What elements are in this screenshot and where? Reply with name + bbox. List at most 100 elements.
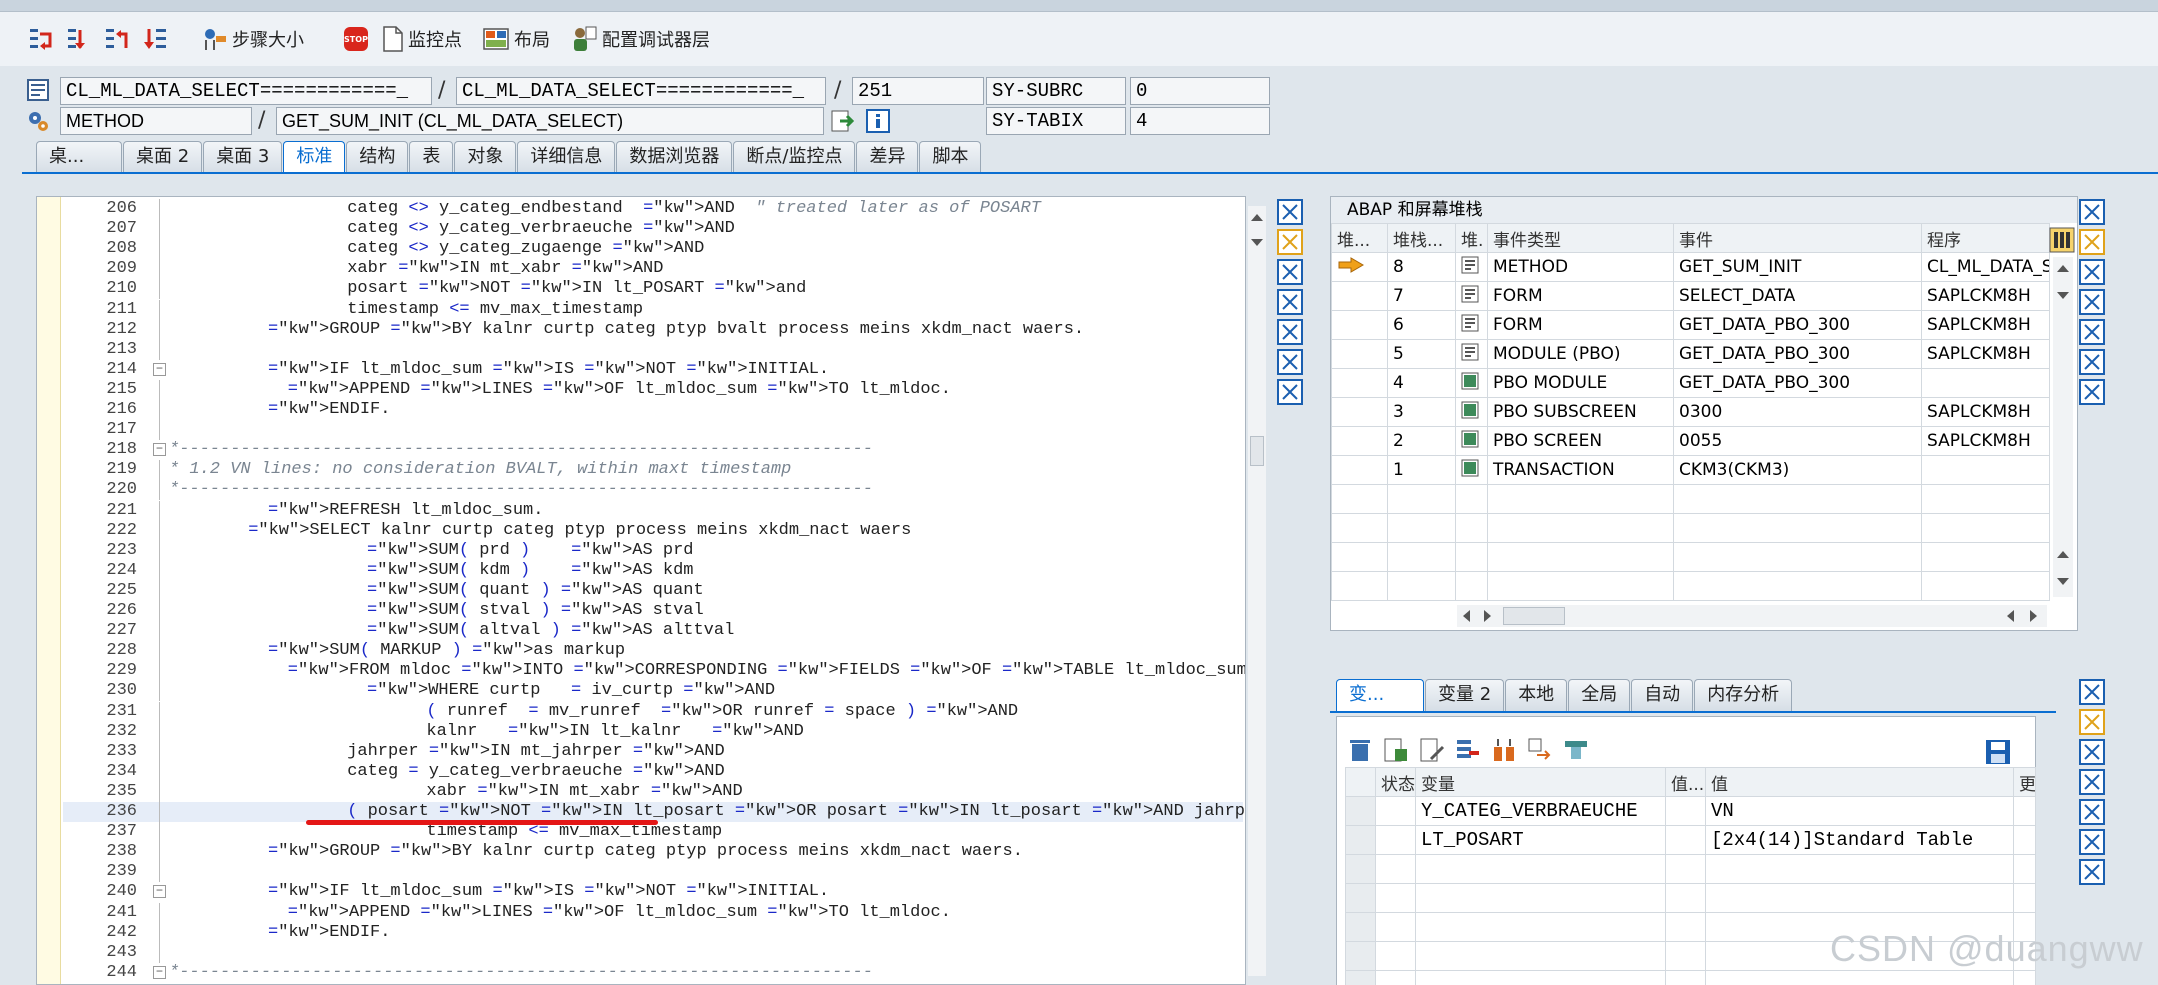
code-line[interactable]: 223 ="kw">SUM( prd ) ="kw">AS prd bbox=[63, 540, 1243, 561]
stack-row[interactable]: 3 PBO SUBSCREEN 0300 SAPLCKM8H bbox=[1331, 397, 2050, 427]
variable-name-cell[interactable] bbox=[1415, 970, 1666, 985]
value-cell[interactable] bbox=[1705, 970, 2014, 985]
services-var-tool-icon[interactable] bbox=[2078, 828, 2106, 856]
code-line[interactable]: 229 ="kw">FROM mldoc ="kw">INTO ="kw">COR… bbox=[63, 661, 1245, 682]
col-stack-icon[interactable]: 堆. bbox=[1455, 223, 1488, 253]
code-line[interactable]: 221 ="kw">REFRESH lt_mldoc_sum. bbox=[63, 500, 1243, 521]
code-line[interactable]: 230 ="kw">WHERE curtp = iv_curtp ="kw">AN… bbox=[63, 681, 1243, 702]
new-stack-tool-icon[interactable] bbox=[2078, 228, 2106, 256]
tab-variables-1[interactable]: 变... bbox=[1336, 679, 1424, 711]
code-line[interactable]: 213 bbox=[63, 339, 1243, 360]
replace-stack-tool-icon[interactable] bbox=[2078, 258, 2106, 286]
code-line[interactable]: 217 bbox=[63, 420, 1243, 441]
new-tool-icon[interactable] bbox=[1276, 228, 1304, 256]
stack-row[interactable] bbox=[1331, 513, 2050, 543]
maximize-stack-tool-icon[interactable] bbox=[2078, 288, 2106, 316]
stack-row[interactable]: 5 MODULE (PBO) GET_DATA_PBO_300 SAPLCKM8H bbox=[1331, 339, 2050, 369]
stack-scrollbar[interactable] bbox=[2053, 257, 2073, 597]
code-line[interactable]: 226 ="kw">SUM( stval ) ="kw">AS stval bbox=[63, 601, 1243, 621]
stack-row[interactable]: 2 PBO SCREEN 0055 SAPLCKM8H bbox=[1331, 426, 2050, 456]
stop-button[interactable]: STOP bbox=[340, 23, 372, 55]
code-line[interactable]: 219 * 1.2 VN lines: no consideration BVAL… bbox=[63, 460, 1243, 481]
fold-toggle-icon[interactable]: − bbox=[153, 362, 166, 376]
swap-tool-icon[interactable] bbox=[1276, 318, 1304, 346]
tab-objects[interactable]: 对象 bbox=[454, 141, 517, 173]
code-line[interactable]: 237 timestamp <= mv_max_timestamp bbox=[63, 822, 1243, 843]
value-cell[interactable]: VN bbox=[1705, 796, 2014, 826]
stack-scroll-down-icon-2[interactable] bbox=[2057, 577, 2069, 587]
variable-name-cell[interactable] bbox=[1415, 912, 1666, 942]
tab-desktop-3[interactable]: 桌面 3 bbox=[203, 141, 283, 173]
code-line[interactable]: 210 posart ="kw">NOT ="kw">IN lt_POSART =… bbox=[63, 279, 1243, 300]
layout-button[interactable]: 布局 bbox=[478, 21, 560, 57]
code-line[interactable]: 224 ="kw">SUM( kdm ) ="kw">AS kdm bbox=[63, 560, 1243, 581]
stack-row[interactable] bbox=[1331, 484, 2050, 514]
detail-view-icon[interactable] bbox=[1383, 737, 1409, 763]
sy-subrc-value[interactable]: 0 bbox=[1130, 77, 1270, 105]
stack-hscroll-thumb[interactable] bbox=[1503, 607, 1565, 625]
tab-standard[interactable]: 标准 bbox=[283, 141, 346, 173]
filter-icon[interactable] bbox=[1563, 737, 1589, 763]
return-icon[interactable] bbox=[102, 23, 134, 55]
scroll-right-icon[interactable] bbox=[1483, 610, 1493, 622]
col-row-selector[interactable] bbox=[1345, 767, 1376, 797]
edit-icon[interactable] bbox=[1419, 737, 1445, 763]
col-event-type[interactable]: 事件类型 bbox=[1487, 223, 1674, 253]
variable-row[interactable]: LT_POSART [2x4(14)]Standard Table bbox=[1345, 825, 2036, 855]
sy-tabix-value[interactable]: 4 bbox=[1130, 107, 1270, 135]
navigate-to-source-icon[interactable] bbox=[830, 109, 854, 133]
code-line[interactable]: 222 ="kw">SELECT kalnr curtp categ ptyp p… bbox=[63, 520, 1243, 541]
line-number-field[interactable]: 251 bbox=[852, 77, 984, 105]
code-line[interactable]: 242 ="kw">ENDIF. bbox=[63, 922, 1243, 943]
code-line[interactable]: 206 categ <> y_categ_endbestand ="kw">AND… bbox=[63, 199, 1243, 219]
stack-row[interactable] bbox=[1331, 542, 2050, 572]
variable-name-cell[interactable]: LT_POSART bbox=[1415, 825, 1666, 855]
stack-scroll-up-icon[interactable] bbox=[2057, 263, 2069, 273]
code-line[interactable]: 209 xabr ="kw">IN mt_xabr ="kw">AND bbox=[63, 259, 1243, 280]
tab-table[interactable]: 表 bbox=[409, 141, 454, 173]
scroll-right-icon-2[interactable] bbox=[2029, 610, 2039, 622]
code-line[interactable]: 218 − *-----------------------------------… bbox=[63, 440, 1243, 460]
settings-stack-tool-icon[interactable] bbox=[2078, 378, 2106, 406]
close-tool-icon[interactable] bbox=[1276, 198, 1304, 226]
code-line[interactable]: 227 ="kw">SUM( altval ) ="kw">AS alttval bbox=[63, 621, 1243, 642]
stack-row[interactable]: 4 PBO MODULE GET_DATA_PBO_300 bbox=[1331, 368, 2050, 398]
fold-toggle-icon[interactable]: − bbox=[153, 443, 166, 457]
col-program[interactable]: 程序 bbox=[1921, 223, 2050, 253]
code-line[interactable]: 233 jahrper ="kw">IN mt_jahrper ="kw">AND bbox=[63, 741, 1243, 762]
code-line[interactable]: 239 bbox=[63, 862, 1243, 883]
remove-row-icon[interactable] bbox=[1455, 737, 1481, 763]
swap-var-tool-icon[interactable] bbox=[2078, 798, 2106, 826]
event-type-field[interactable]: METHOD bbox=[60, 107, 252, 135]
col-value[interactable]: 值 bbox=[1705, 767, 2014, 797]
stack-row[interactable]: 7 FORM SELECT_DATA SAPLCKM8H bbox=[1331, 281, 2050, 311]
col-event[interactable]: 事件 bbox=[1673, 223, 1922, 253]
configure-layer-button[interactable]: 配置调试器层 bbox=[566, 21, 720, 57]
main-program-field[interactable]: CL_ML_DATA_SELECT============_ bbox=[60, 77, 432, 105]
sy-subrc-label[interactable]: SY-SUBRC bbox=[986, 77, 1126, 105]
delete-icon[interactable] bbox=[1347, 737, 1373, 763]
code-line[interactable]: 234 categ = y_categ_verbraeuche ="kw">AND bbox=[63, 761, 1243, 782]
code-line[interactable]: 244 − *-----------------------------------… bbox=[63, 963, 1243, 983]
info-icon[interactable] bbox=[866, 109, 890, 133]
code-scroll-thumb[interactable] bbox=[1250, 436, 1264, 466]
execute-icon[interactable] bbox=[64, 23, 96, 55]
code-line[interactable]: 235 xabr ="kw">IN mt_xabr ="kw">AND bbox=[63, 781, 1243, 802]
stack-row[interactable] bbox=[1331, 571, 2050, 601]
settings-var-tool-icon[interactable] bbox=[2078, 858, 2106, 886]
tab-desktop-2[interactable]: 桌面 2 bbox=[123, 141, 203, 173]
watchpoint-button[interactable]: 监控点 bbox=[378, 21, 472, 57]
maximize-tool-icon[interactable] bbox=[1276, 288, 1304, 316]
include-program-field[interactable]: CL_ML_DATA_SELECT============_ bbox=[456, 77, 826, 105]
tab-structure[interactable]: 结构 bbox=[346, 141, 409, 173]
code-line[interactable]: 225 ="kw">SUM( quant ) ="kw">AS quant bbox=[63, 580, 1243, 601]
code-line[interactable]: 207 categ <> y_categ_verbraeuche ="kw">AN… bbox=[63, 219, 1243, 240]
settings-tool-icon[interactable] bbox=[1276, 378, 1304, 406]
variable-row[interactable] bbox=[1345, 854, 2036, 884]
tab-variables-2[interactable]: 变量 2 bbox=[1425, 679, 1505, 711]
scroll-left-icon-2[interactable] bbox=[2005, 610, 2015, 622]
col-status[interactable]: 状态 bbox=[1375, 767, 1416, 797]
tab-desktop-1[interactable]: 桌... bbox=[36, 141, 122, 173]
transfer-icon[interactable] bbox=[1527, 737, 1553, 763]
replace-var-tool-icon[interactable] bbox=[2078, 738, 2106, 766]
